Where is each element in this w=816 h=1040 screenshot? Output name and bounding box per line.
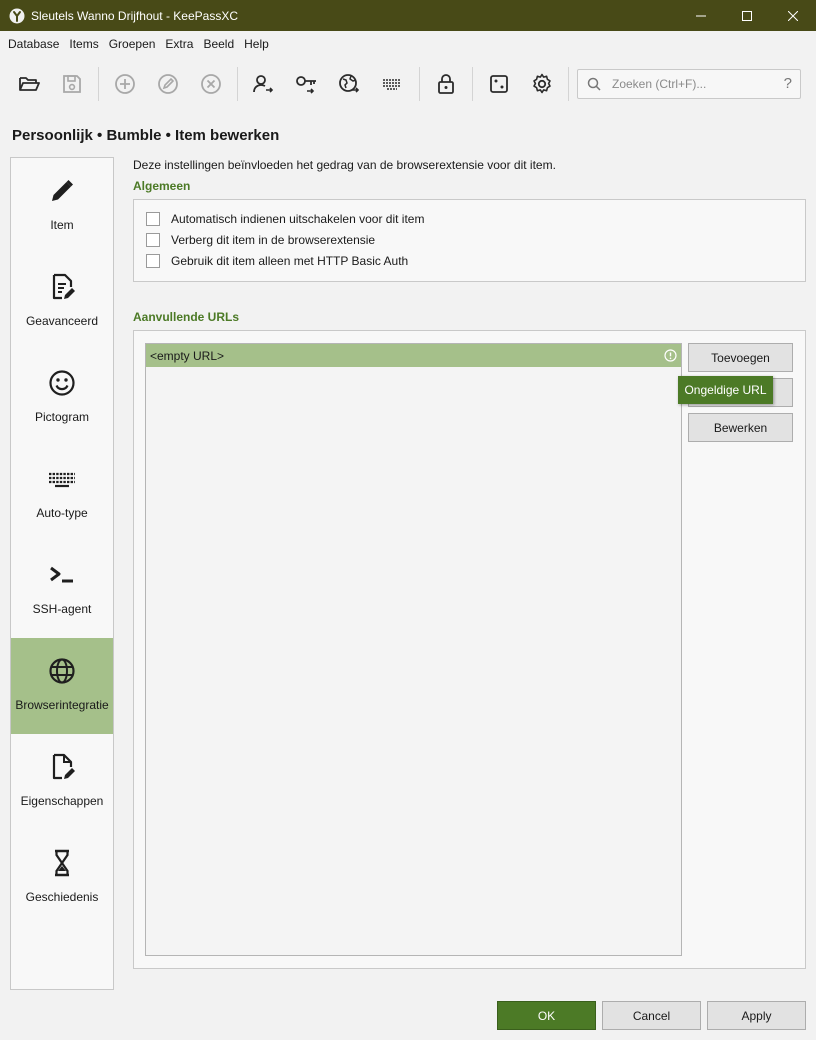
delete-entry-icon xyxy=(201,74,221,94)
close-icon xyxy=(788,10,798,21)
invalid-url-tooltip: Ongeldige URL xyxy=(678,376,773,404)
http-basic-auth-checkbox[interactable] xyxy=(146,254,160,268)
option-http-basic-auth[interactable]: Gebruik dit item alleen met HTTP Basic A… xyxy=(146,254,408,268)
settings-button[interactable] xyxy=(527,69,557,99)
sidebar-item-browser-integration[interactable]: Browserintegratie xyxy=(11,638,113,734)
save-icon xyxy=(63,75,81,93)
sidebar-item-label: Geschiedenis xyxy=(25,890,99,904)
disable-autosubmit-checkbox[interactable] xyxy=(146,212,160,226)
document-edit-icon xyxy=(52,273,75,300)
title-bar: Sleutels Wanno Drijfhout - KeePassXC xyxy=(0,0,816,31)
general-group: Automatisch indienen uitschakelen voor d… xyxy=(133,199,806,282)
password-generator-icon xyxy=(490,75,508,93)
sidebar-item-auto-type[interactable]: Auto-type xyxy=(11,446,113,542)
open-database-button[interactable] xyxy=(14,69,44,99)
sidebar-item-history[interactable]: Geschiedenis xyxy=(11,830,113,926)
sidebar-item-label: Item xyxy=(50,218,74,232)
edit-entry-button[interactable] xyxy=(153,69,183,99)
sidebar-item-label: Browserintegratie xyxy=(15,698,109,712)
lock-database-button[interactable] xyxy=(431,69,461,99)
open-url-icon xyxy=(339,74,360,93)
hourglass-icon xyxy=(55,849,69,877)
keepassxc-logo-icon xyxy=(9,8,25,23)
file-edit-icon xyxy=(52,753,75,780)
page-title: Persoonlijk • Bumble • Item bewerken xyxy=(12,127,280,144)
close-window-button[interactable] xyxy=(770,0,816,31)
folder-open-icon xyxy=(19,77,40,91)
copy-username-icon xyxy=(253,75,274,93)
apply-button[interactable]: Apply xyxy=(707,1001,806,1030)
sidebar-item-ssh-agent[interactable]: SSH-agent xyxy=(11,542,113,638)
sidebar-item-icon[interactable]: Pictogram xyxy=(11,350,113,446)
lock-icon xyxy=(438,74,454,94)
menu-database[interactable]: Database xyxy=(4,37,63,51)
minimize-button[interactable] xyxy=(678,0,724,31)
checkbox-label: Verberg dit item in de browserextensie xyxy=(171,233,376,247)
menu-bar: Database Items Groepen Extra Beeld Help xyxy=(0,31,816,57)
settings-icon xyxy=(533,73,551,94)
option-hide-entry[interactable]: Verberg dit item in de browserextensie xyxy=(146,233,375,247)
pencil-icon xyxy=(52,180,73,201)
search-input[interactable] xyxy=(612,75,772,93)
password-generator-button[interactable] xyxy=(484,69,514,99)
window-title: Sleutels Wanno Drijfhout - KeePassXC xyxy=(31,8,238,23)
option-disable-autosubmit[interactable]: Automatisch indienen uitschakelen voor d… xyxy=(146,212,424,226)
checkbox-label: Gebruik dit item alleen met HTTP Basic A… xyxy=(171,254,409,268)
delete-entry-button[interactable] xyxy=(196,69,226,99)
general-section-title: Algemeen xyxy=(133,179,191,193)
sidebar-item-label: Eigenschappen xyxy=(20,794,104,808)
maximize-button[interactable] xyxy=(724,0,770,31)
sidebar-item-label: Pictogram xyxy=(34,410,90,424)
browser-settings-description: Deze instellingen beïnvloeden het gedrag… xyxy=(133,158,556,172)
minimize-icon xyxy=(696,15,706,16)
ok-button[interactable]: OK xyxy=(497,1001,596,1030)
cancel-button[interactable]: Cancel xyxy=(602,1001,701,1030)
save-database-button[interactable] xyxy=(57,69,87,99)
additional-urls-list[interactable]: <empty URL> xyxy=(145,343,682,956)
menu-items[interactable]: Items xyxy=(65,37,102,51)
globe-icon xyxy=(49,658,75,684)
additional-urls-section-title: Aanvullende URLs xyxy=(133,310,240,324)
edit-url-button[interactable]: Bewerken xyxy=(688,413,793,442)
add-entry-icon xyxy=(115,74,135,94)
toolbar-separator xyxy=(237,67,238,101)
menu-help[interactable]: Help xyxy=(240,37,273,51)
open-url-button[interactable] xyxy=(334,69,364,99)
sidebar-item-advanced[interactable]: Geavanceerd xyxy=(11,254,113,350)
copy-username-button[interactable] xyxy=(248,69,278,99)
auto-type-button[interactable] xyxy=(377,69,407,99)
smiley-icon xyxy=(49,370,75,396)
menu-beeld[interactable]: Beeld xyxy=(199,37,238,51)
url-text: <empty URL> xyxy=(150,348,225,363)
toolbar-separator xyxy=(419,67,420,101)
sidebar-item-item[interactable]: Item xyxy=(11,158,113,254)
sidebar: Item Geavanceerd Pictogram Auto-type SSH… xyxy=(10,157,114,990)
toolbar-separator xyxy=(472,67,473,101)
sidebar-item-label: Auto-type xyxy=(36,506,88,520)
sidebar-item-label: Geavanceerd xyxy=(25,314,99,328)
menu-groepen[interactable]: Groepen xyxy=(105,37,160,51)
copy-password-button[interactable] xyxy=(291,69,321,99)
add-url-button[interactable]: Toevoegen xyxy=(688,343,793,372)
warning-icon xyxy=(664,349,677,362)
add-entry-button[interactable] xyxy=(110,69,140,99)
toolbar-separator xyxy=(98,67,99,101)
toolbar-separator xyxy=(568,67,569,101)
search-icon xyxy=(587,77,601,91)
auto-type-icon xyxy=(383,79,401,90)
sidebar-item-properties[interactable]: Eigenschappen xyxy=(11,734,113,830)
search-box[interactable]: ? xyxy=(577,69,801,99)
terminal-icon xyxy=(50,566,73,583)
menu-extra[interactable]: Extra xyxy=(161,37,197,51)
edit-entry-icon xyxy=(158,74,178,94)
sidebar-item-label: SSH-agent xyxy=(32,602,92,616)
search-help-icon[interactable]: ? xyxy=(784,75,792,92)
maximize-icon xyxy=(742,10,752,21)
checkbox-label: Automatisch indienen uitschakelen voor d… xyxy=(171,212,425,226)
hide-entry-checkbox[interactable] xyxy=(146,233,160,247)
url-list-item[interactable]: <empty URL> xyxy=(146,344,681,367)
keyboard-icon xyxy=(49,472,75,488)
copy-password-icon xyxy=(296,76,316,94)
